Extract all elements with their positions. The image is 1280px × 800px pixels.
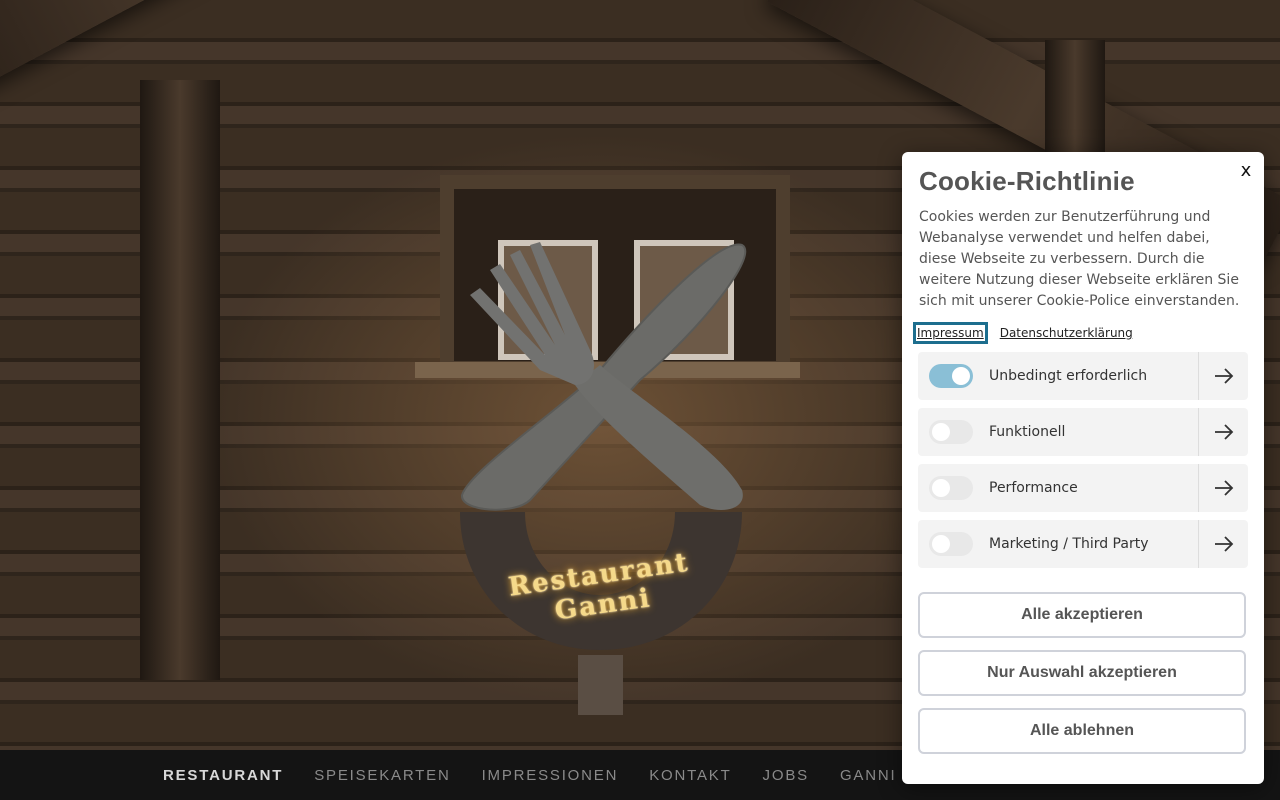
accept-all-button[interactable]: Alle akzeptieren — [918, 592, 1246, 638]
close-icon[interactable]: x — [1238, 162, 1254, 180]
cookie-title: Cookie-Richtlinie — [919, 166, 1135, 196]
arrow-right-icon[interactable] — [1198, 408, 1248, 456]
cookie-category-marketing: Marketing / Third Party — [918, 520, 1248, 568]
category-label: Marketing / Third Party — [989, 536, 1149, 552]
accept-selection-button[interactable]: Nur Auswahl akzeptieren — [918, 650, 1246, 696]
arrow-right-icon[interactable] — [1198, 352, 1248, 400]
nav-item-kontakt[interactable]: KONTAKT — [649, 767, 731, 784]
category-label: Performance — [989, 480, 1078, 496]
datenschutz-link[interactable]: Datenschutzerklärung — [1000, 326, 1133, 340]
cookie-category-performance: Performance — [918, 464, 1248, 512]
cookie-dialog: x Cookie-Richtlinie Cookies werden zur B… — [902, 152, 1264, 784]
arrow-right-icon[interactable] — [1198, 520, 1248, 568]
marketing-toggle[interactable] — [929, 532, 973, 556]
performance-toggle[interactable] — [929, 476, 973, 500]
cookie-description: Cookies werden zur Benutzerführung und W… — [919, 209, 1240, 309]
reject-all-button[interactable]: Alle ablehnen — [918, 708, 1246, 754]
cookie-links: Impressum Datenschutzerklärung — [913, 322, 1248, 344]
nav-item-restaurant[interactable]: RESTAURANT — [163, 767, 283, 784]
category-label: Funktionell — [989, 424, 1066, 440]
arrow-right-icon[interactable] — [1198, 464, 1248, 512]
cookie-category-necessary: Unbedingt erforderlich — [918, 352, 1248, 400]
nav-list: RESTAURANT SPEISEKARTEN IMPRESSIONEN KON… — [163, 767, 944, 784]
functional-toggle[interactable] — [929, 420, 973, 444]
category-label: Unbedingt erforderlich — [989, 368, 1148, 384]
nav-item-speisekarten[interactable]: SPEISEKARTEN — [314, 767, 450, 784]
nav-item-impressionen[interactable]: IMPRESSIONEN — [482, 767, 619, 784]
nav-item-jobs[interactable]: JOBS — [763, 767, 809, 784]
necessary-toggle[interactable] — [929, 364, 973, 388]
impressum-link[interactable]: Impressum — [913, 322, 988, 344]
cookie-category-functional: Funktionell — [918, 408, 1248, 456]
